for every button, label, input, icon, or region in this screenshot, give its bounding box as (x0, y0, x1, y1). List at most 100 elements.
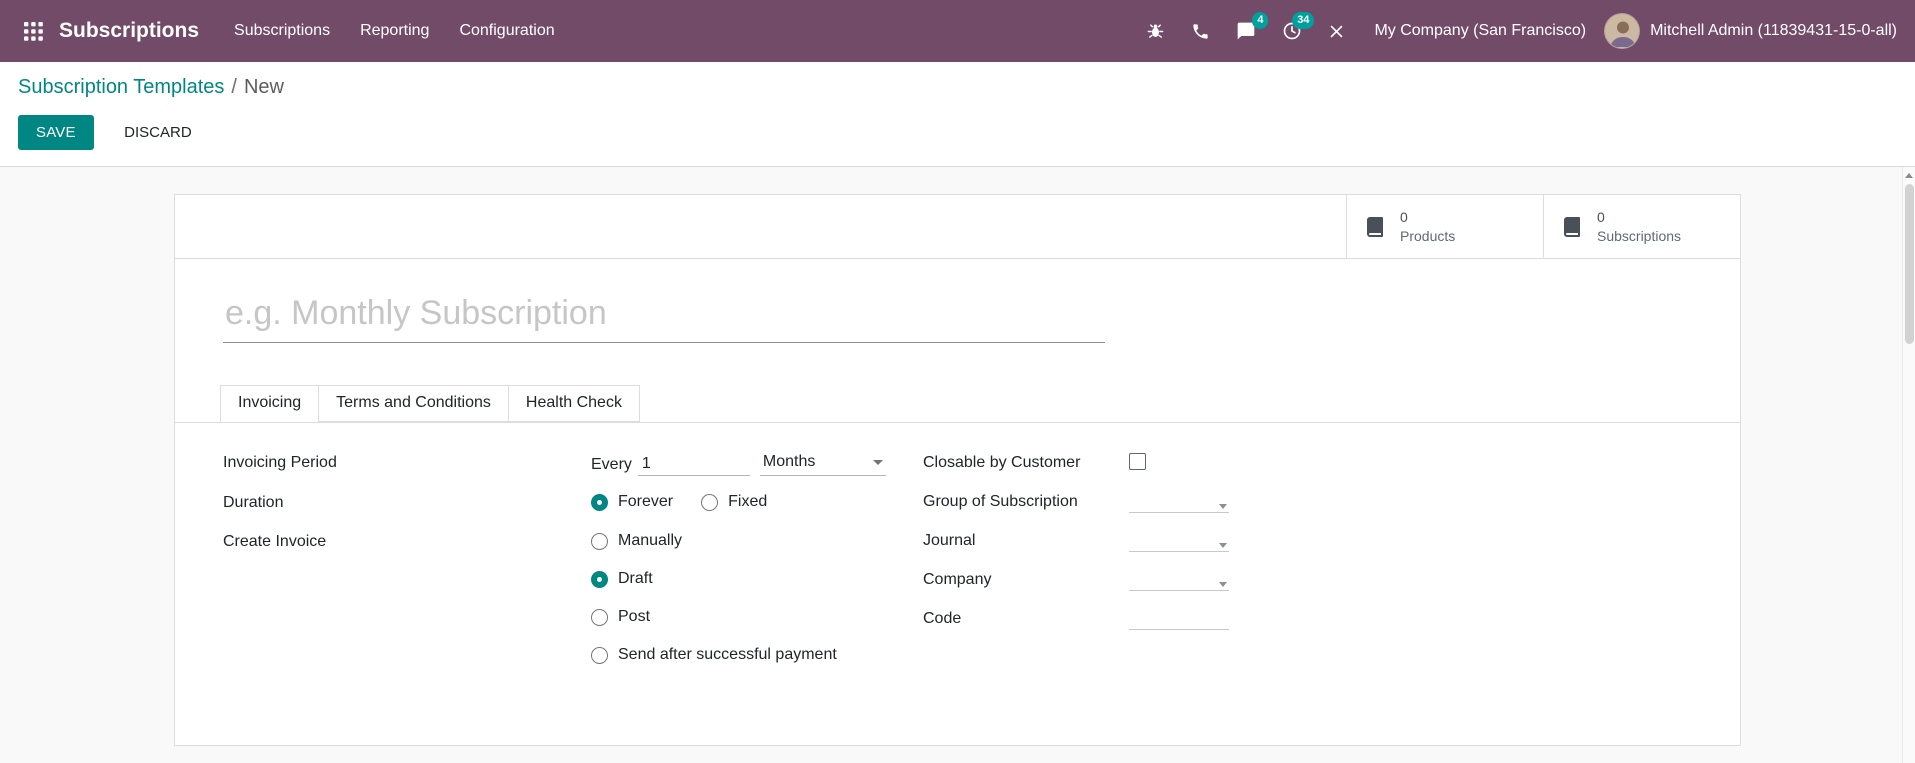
stat-button-text: 0 Products (1400, 208, 1455, 246)
code-label: Code (923, 610, 962, 627)
company-select[interactable] (1129, 570, 1229, 591)
stat-subscriptions-label: Subscriptions (1597, 227, 1682, 244)
main-menu: Subscriptions Reporting Configuration (219, 10, 570, 52)
radio-post[interactable] (591, 608, 608, 626)
tab-terms-and-conditions[interactable]: Terms and Conditions (319, 385, 509, 422)
template-name-input[interactable] (223, 292, 1105, 343)
closable-label: Closable by Customer (923, 454, 1081, 471)
duration-options: Forever Fixed (591, 493, 767, 511)
create-invoice-option-post: Post (591, 608, 837, 626)
stat-button-text: 0 Subscriptions (1597, 208, 1681, 246)
radio-send-after-payment-label: Send after successful payment (618, 646, 837, 663)
radio-manually-label: Manually (618, 532, 683, 549)
control-panel: Subscription Templates / New SAVE DISCARD (0, 62, 1915, 166)
company-label: Company (923, 571, 992, 588)
tab-invoicing[interactable]: Invoicing (220, 385, 320, 422)
radio-send-after-payment[interactable] (591, 646, 608, 664)
scrollbar-up-arrow-icon[interactable] (1903, 167, 1915, 183)
navbar-left: Subscriptions Subscriptions Reporting Co… (18, 10, 570, 52)
chevron-down-icon (1219, 582, 1227, 587)
app-title: Subscriptions (59, 19, 200, 42)
scrollbar-thumb[interactable] (1905, 184, 1914, 344)
breadcrumb-current: New (243, 76, 284, 98)
duration-option-forever: Forever (591, 493, 673, 511)
close-icon[interactable] (1315, 13, 1358, 50)
group-of-subscription-select[interactable] (1129, 492, 1229, 513)
notebook-tabs: Invoicing Terms and Conditions Health Ch… (175, 385, 1740, 423)
breadcrumb-root-link[interactable]: Subscription Templates (18, 76, 224, 98)
breadcrumb-separator: / (231, 76, 237, 98)
group-of-subscription-label: Group of Subscription (923, 493, 1078, 510)
radio-draft-label: Draft (618, 570, 653, 587)
invoicing-tab-content: Invoicing Period Every Months Duration (175, 423, 1740, 681)
tab-health-check[interactable]: Health Check (508, 385, 640, 422)
debug-bug-icon[interactable] (1133, 12, 1178, 51)
code-input[interactable] (1129, 609, 1229, 630)
form-sheet: 0 Products 0 Subscriptions Invoicing Ter… (174, 194, 1741, 746)
top-navbar: Subscriptions Subscriptions Reporting Co… (0, 0, 1915, 62)
radio-forever-label: Forever (618, 493, 674, 510)
invoicing-period-row: Invoicing Period Every Months (223, 453, 923, 476)
invoicing-period-label: Invoicing Period (223, 454, 337, 471)
apps-menu-icon[interactable] (18, 14, 49, 49)
closable-row: Closable by Customer (923, 453, 1692, 475)
stat-products-value: 0 (1400, 208, 1408, 225)
company-row: Company (923, 570, 1692, 592)
journal-select[interactable] (1129, 531, 1229, 552)
journal-label: Journal (923, 532, 976, 549)
menu-reporting[interactable]: Reporting (345, 10, 444, 52)
radio-post-label: Post (618, 608, 651, 625)
stat-button-strip: 0 Products 0 Subscriptions (175, 195, 1740, 259)
save-button[interactable]: SAVE (18, 115, 94, 150)
company-switcher[interactable]: My Company (San Francisco) (1374, 22, 1586, 40)
user-menu[interactable]: Mitchell Admin (11839431-15-0-all) (1604, 13, 1897, 49)
control-panel-buttons: SAVE DISCARD (18, 115, 1897, 150)
form-right-column: Closable by Customer Group of Subscripti… (923, 453, 1692, 648)
content-area: 0 Products 0 Subscriptions Invoicing Ter… (0, 166, 1915, 763)
invoicing-period-widget: Every Months (591, 453, 886, 476)
form-left-column: Invoicing Period Every Months Duration (223, 453, 923, 681)
invoicing-period-unit-select[interactable]: Months (759, 453, 886, 476)
chevron-down-icon (1219, 543, 1227, 548)
group-of-subscription-row: Group of Subscription (923, 492, 1692, 514)
stat-subscriptions-value: 0 (1597, 208, 1605, 225)
breadcrumb: Subscription Templates / New (18, 76, 1897, 99)
messages-icon[interactable]: 4 (1223, 11, 1269, 51)
phone-icon[interactable] (1178, 12, 1223, 51)
navbar-right: 4 34 My Company (San Francisco) Mitchell… (1133, 11, 1897, 51)
radio-manually[interactable] (591, 532, 608, 550)
invoicing-period-value-input[interactable] (637, 455, 750, 476)
code-row: Code (923, 609, 1692, 631)
menu-subscriptions[interactable]: Subscriptions (219, 10, 345, 52)
vertical-scrollbar[interactable] (1902, 167, 1915, 763)
activities-badge: 34 (1292, 12, 1315, 29)
activities-clock-icon[interactable]: 34 (1269, 11, 1315, 51)
invoicing-period-unit-value: Months (762, 453, 816, 470)
closable-checkbox[interactable] (1129, 453, 1146, 470)
menu-configuration[interactable]: Configuration (444, 10, 569, 52)
book-icon (1564, 216, 1580, 237)
stat-button-subscriptions[interactable]: 0 Subscriptions (1543, 195, 1740, 258)
book-icon (1367, 216, 1383, 237)
journal-row: Journal (923, 531, 1692, 553)
radio-fixed[interactable] (701, 493, 719, 511)
discard-button[interactable]: DISCARD (106, 115, 210, 150)
duration-label: Duration (223, 494, 284, 511)
radio-forever[interactable] (591, 493, 608, 511)
template-name-wrap (223, 292, 1105, 343)
chevron-down-icon (1219, 504, 1227, 509)
create-invoice-options: Manually Draft Post Send after successfu… (591, 532, 837, 664)
create-invoice-row: Create Invoice Manually Draft Post Send … (223, 532, 923, 664)
avatar (1604, 13, 1641, 49)
every-prefix: Every (591, 456, 632, 473)
stat-products-label: Products (1400, 227, 1456, 244)
grid-icon (24, 21, 43, 41)
duration-row: Duration Forever Fixed (223, 493, 923, 515)
create-invoice-label: Create Invoice (223, 533, 327, 550)
radio-draft[interactable] (591, 570, 608, 588)
user-name: Mitchell Admin (11839431-15-0-all) (1650, 22, 1897, 39)
chevron-down-icon (872, 459, 883, 465)
stat-button-products[interactable]: 0 Products (1346, 195, 1543, 258)
duration-option-fixed: Fixed (701, 493, 767, 511)
create-invoice-option-send-after-payment: Send after successful payment (591, 646, 837, 664)
